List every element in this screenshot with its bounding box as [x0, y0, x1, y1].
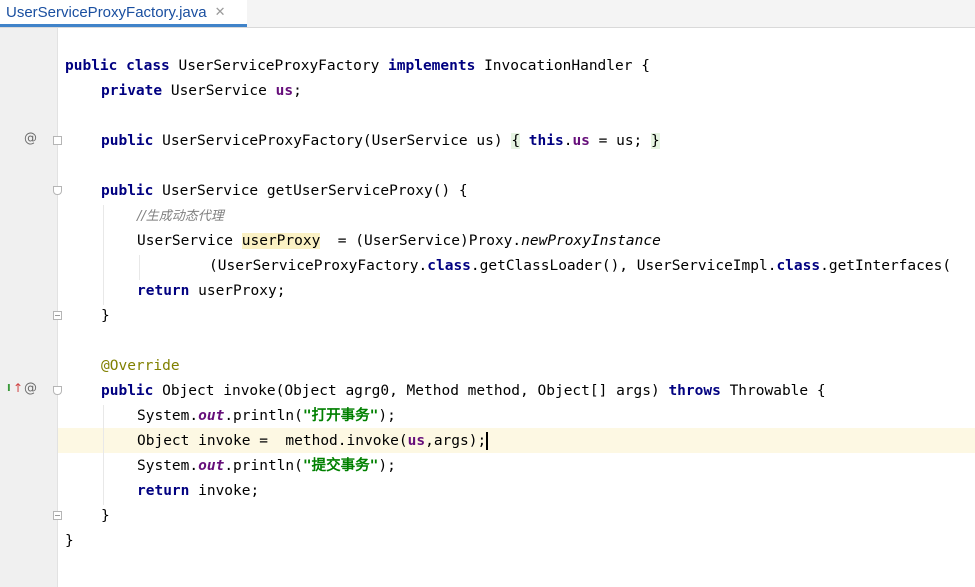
editor-gutter [0, 28, 58, 587]
fold-toggle-icon[interactable] [53, 386, 62, 395]
text-caret [486, 432, 489, 450]
code-annotation[interactable]: @Override [101, 354, 180, 379]
code-line-6[interactable]: UserService userProxy = (UserService)Pro… [137, 229, 661, 254]
code-line-17[interactable]: } [65, 529, 74, 554]
tab-title[interactable]: UserServiceProxyFactory.java [6, 4, 207, 21]
code-line-4[interactable]: public UserService getUserServiceProxy()… [101, 179, 468, 204]
code-line-14[interactable]: System.out.println("提交事务"); [137, 454, 396, 479]
code-line-13[interactable]: Object invoke = method.invoke(us,args); [137, 429, 489, 454]
close-icon[interactable]: ✕ [215, 5, 226, 20]
fold-end-icon[interactable] [53, 311, 62, 320]
indent-guide [103, 405, 104, 505]
code-comment[interactable]: //生成动态代理 [137, 204, 224, 229]
indent-guide [103, 205, 104, 305]
code-line-15[interactable]: return invoke; [137, 479, 259, 504]
code-line-8[interactable]: return userProxy; [137, 279, 285, 304]
override-marker-icon[interactable]: @ [24, 131, 37, 146]
override-marker-icon[interactable]: @ [24, 381, 37, 396]
implements-icon[interactable]: I [7, 383, 11, 394]
arrow-up-icon[interactable]: ↑ [13, 381, 23, 395]
fold-toggle-icon[interactable] [53, 136, 62, 145]
code-line-16[interactable]: } [101, 504, 110, 529]
code-line-9[interactable]: } [101, 304, 110, 329]
indent-guide [139, 255, 140, 280]
fold-end-icon[interactable] [53, 511, 62, 520]
tab-userserviceproxyfactory[interactable]: UserServiceProxyFactory.java ✕ [0, 0, 247, 27]
editor-tab-bar: UserServiceProxyFactory.java ✕ [0, 0, 975, 28]
code-line-11[interactable]: public Object invoke(Object agrg0, Metho… [101, 379, 826, 404]
code-line-2[interactable]: private UserService us; [101, 79, 302, 104]
fold-toggle-icon[interactable] [53, 186, 62, 195]
code-line-7[interactable]: (UserServiceProxyFactory.class.getClassL… [209, 254, 951, 279]
code-line-1[interactable]: public class UserServiceProxyFactory imp… [65, 54, 650, 79]
code-line-3[interactable]: public UserServiceProxyFactory(UserServi… [101, 129, 660, 154]
code-line-12[interactable]: System.out.println("打开事务"); [137, 404, 396, 429]
